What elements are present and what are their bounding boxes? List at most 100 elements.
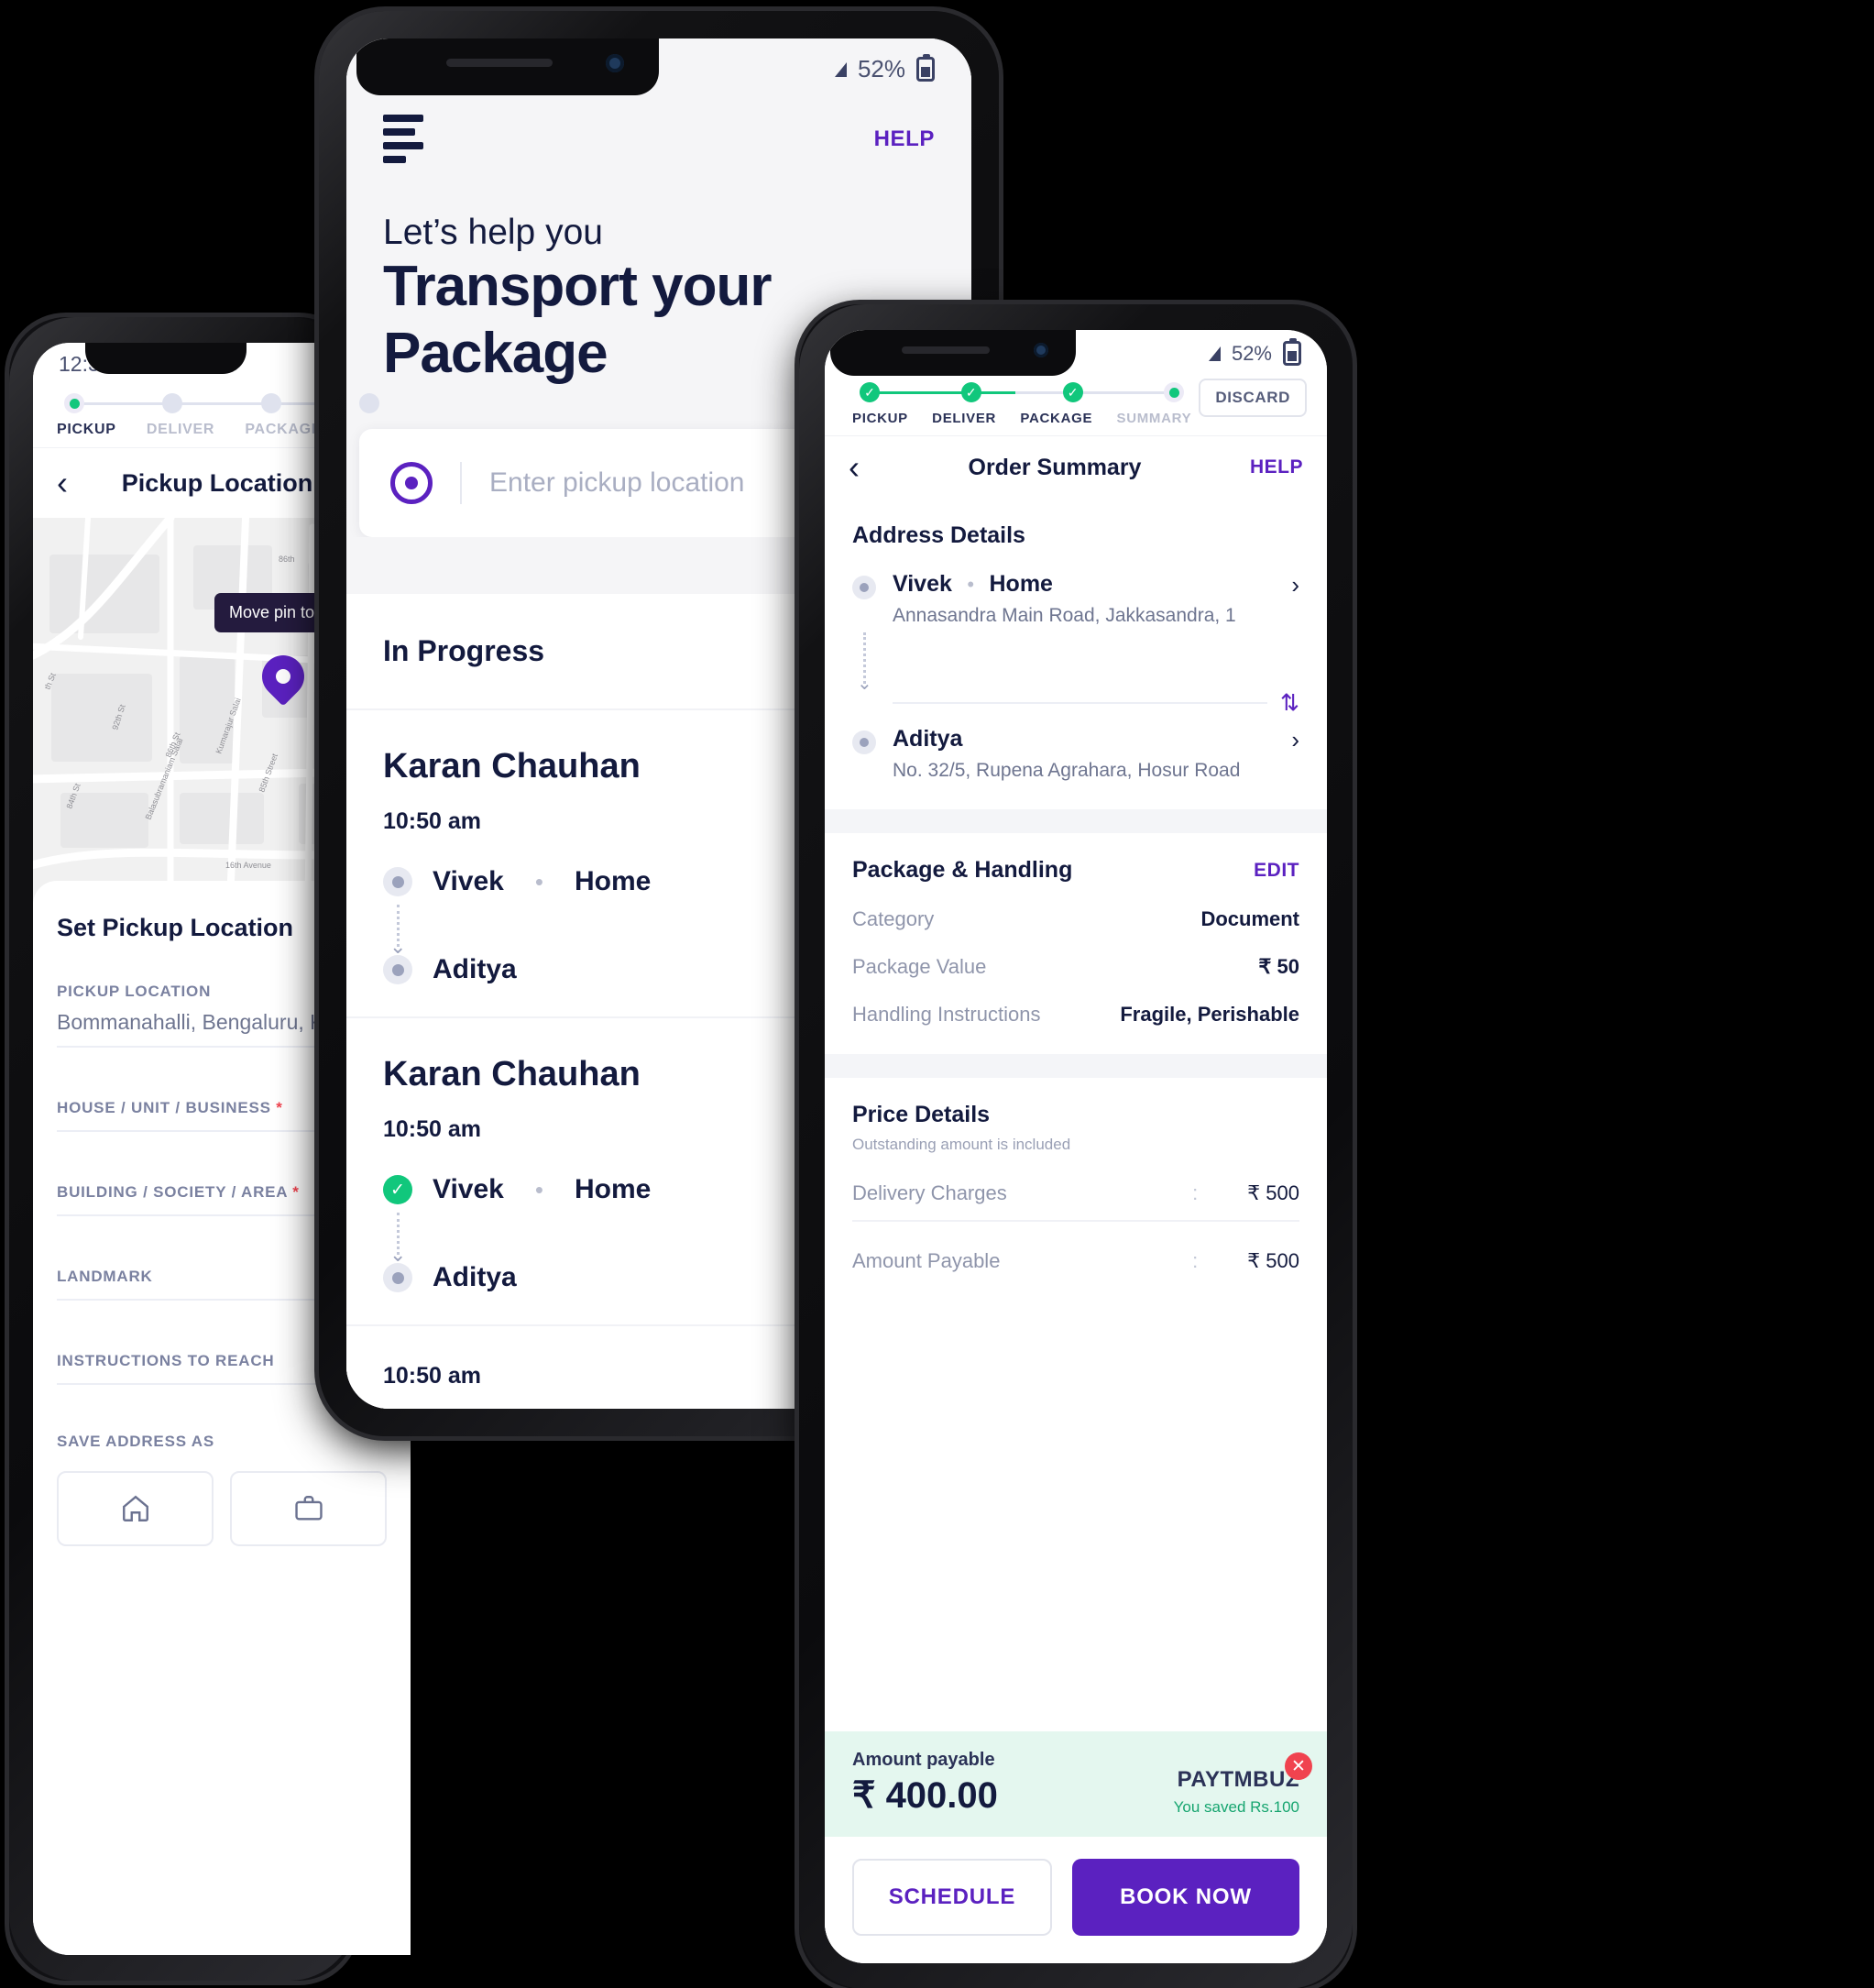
section-title: Price Details xyxy=(852,1102,991,1127)
price-row-payable: Amount Payable : ₹ 500 xyxy=(852,1249,1299,1273)
order-time: 10:50 am xyxy=(383,1116,482,1143)
row-separator: : xyxy=(1192,1181,1199,1204)
route-dot-icon xyxy=(383,1263,412,1293)
row-key: Delivery Charges xyxy=(852,1181,1007,1204)
battery-percent: 52% xyxy=(1231,341,1272,365)
svg-text:86th: 86th xyxy=(279,555,295,564)
step-label-deliver: DELIVER xyxy=(146,422,215,437)
row-value: ₹ 500 xyxy=(1247,1181,1299,1204)
book-now-button[interactable]: BOOK NOW xyxy=(1071,1859,1299,1936)
field-label: SAVE ADDRESS AS xyxy=(57,1433,214,1450)
home-icon xyxy=(122,1495,148,1521)
progress-stepper: ✓ ✓ ✓ PICKUP DELIVER PACKAGE SUMMARY xyxy=(845,379,1200,426)
signal-icon xyxy=(834,61,847,77)
separator-dot: • xyxy=(534,1175,543,1203)
row-key: Amount Payable xyxy=(852,1249,1001,1272)
page-title: Order Summary xyxy=(968,454,1142,480)
route-connector xyxy=(857,632,1299,695)
chevron-right-icon[interactable]: › xyxy=(1291,571,1299,627)
swap-row: ⇅ xyxy=(893,689,1299,717)
screenshot-stage: 12:30 PICKUP DELIVER PACKAGE ‹ Pickup Lo… xyxy=(0,0,1874,1988)
step-dot-deliver[interactable]: ✓ xyxy=(960,382,981,402)
front-camera xyxy=(606,54,624,72)
pickup-name: Vivek xyxy=(893,571,952,597)
route-dot-icon xyxy=(383,867,412,897)
order-time: 10:50 am xyxy=(383,808,482,835)
hamburger-menu-icon[interactable] xyxy=(383,115,423,163)
swap-vertical-icon[interactable]: ⇅ xyxy=(1280,689,1299,717)
chevron-right-icon[interactable]: › xyxy=(1291,726,1299,782)
battery-icon xyxy=(1283,338,1301,366)
drop-name: Aditya xyxy=(893,726,963,752)
drop-address: No. 32/5, Rupena Agrahara, Hosur Road xyxy=(893,760,1241,781)
address-drop-row[interactable]: Aditya No. 32/5, Rupena Agrahara, Hosur … xyxy=(852,726,1299,782)
package-row-category: Category Document xyxy=(852,907,1299,931)
schedule-button[interactable]: SCHEDULE xyxy=(852,1859,1052,1936)
step-dot-deliver[interactable] xyxy=(162,393,183,413)
svg-text:16th Avenue: 16th Avenue xyxy=(225,861,271,870)
row-separator: : xyxy=(1192,1249,1199,1272)
status-indicators: 52% xyxy=(834,54,935,83)
step-label-pickup: PICKUP xyxy=(852,411,908,426)
route-dot-icon xyxy=(383,955,412,985)
app-bar: ‹ Order Summary HELP xyxy=(825,435,1327,499)
section-divider xyxy=(825,1054,1327,1078)
route-check-icon: ✓ xyxy=(383,1175,412,1205)
phone-right-order-summary: 12:30 52% ✓ ✓ xyxy=(799,304,1353,1988)
step-dot-summary[interactable] xyxy=(1164,382,1185,402)
row-key: Handling Instructions xyxy=(852,1003,1041,1026)
section-title: Address Details xyxy=(852,522,1025,548)
divider xyxy=(852,1220,1299,1222)
section-divider xyxy=(825,809,1327,833)
promo-code: PAYTMBUZ xyxy=(1177,1767,1299,1792)
discard-button[interactable]: DISCARD xyxy=(1199,379,1307,417)
step-label-deliver: DELIVER xyxy=(932,411,997,426)
step-dot-package[interactable]: ✓ xyxy=(1062,382,1083,402)
top-nav: HELP xyxy=(383,115,935,163)
signal-icon xyxy=(1208,346,1221,361)
route-name: Vivek xyxy=(433,1174,504,1205)
package-handling-section: Package & Handling EDIT Category Documen… xyxy=(825,833,1327,1054)
row-value: Fragile, Perishable xyxy=(1120,1003,1299,1026)
separator-dot: • xyxy=(534,867,543,895)
hero-kicker: Let’s help you xyxy=(383,213,603,252)
step-dot-pickup[interactable] xyxy=(64,393,84,413)
amount-label: Amount payable xyxy=(852,1750,995,1770)
step-dot-package[interactable] xyxy=(260,393,281,413)
map-pin-icon[interactable] xyxy=(253,646,313,707)
chip-home[interactable] xyxy=(57,1471,214,1546)
help-button[interactable]: HELP xyxy=(1250,456,1303,478)
required-asterisk: * xyxy=(276,1099,283,1116)
address-details-section: Address Details Vivek • Home Annasandra … xyxy=(825,499,1327,809)
help-button[interactable]: HELP xyxy=(874,126,935,152)
address-pickup-row[interactable]: Vivek • Home Annasandra Main Road, Jakka… xyxy=(852,571,1299,627)
edit-package-button[interactable]: EDIT xyxy=(1254,860,1299,882)
stepper-row: ✓ ✓ ✓ PICKUP DELIVER PACKAGE SUMMARY DIS… xyxy=(825,368,1327,435)
route-name: Vivek xyxy=(433,866,504,897)
chevron-left-icon[interactable]: ‹ xyxy=(849,451,860,484)
package-row-handling: Handling Instructions Fragile, Perishabl… xyxy=(852,1003,1299,1027)
step-dot-summary[interactable] xyxy=(358,393,379,413)
status-indicators: 52% xyxy=(1208,338,1301,366)
amount-value: ₹ 400.00 xyxy=(852,1775,998,1816)
amount-payable-bar: Amount payable ₹ 400.00 ✕ PAYTMBUZ You s… xyxy=(825,1731,1327,1837)
notch xyxy=(356,38,659,95)
row-value: ₹ 50 xyxy=(1258,955,1299,978)
divider xyxy=(460,462,462,505)
close-circle-icon[interactable]: ✕ xyxy=(1285,1752,1312,1780)
field-save-address-as: SAVE ADDRESS AS xyxy=(57,1433,387,1546)
notch xyxy=(85,343,247,374)
price-subtitle: Outstanding amount is included xyxy=(852,1136,1071,1153)
save-address-chips xyxy=(57,1471,387,1546)
step-dot-pickup[interactable]: ✓ xyxy=(860,382,880,402)
gps-target-icon[interactable] xyxy=(390,462,433,505)
package-row-value: Package Value ₹ 50 xyxy=(852,955,1299,979)
chevron-left-icon[interactable]: ‹ xyxy=(57,467,68,500)
stepper-track: ✓ ✓ ✓ xyxy=(860,382,1185,402)
route-tag: Home xyxy=(574,866,652,897)
chip-work[interactable] xyxy=(230,1471,387,1546)
search-input[interactable]: Enter pickup location xyxy=(489,467,745,499)
step-label-package: PACKAGE xyxy=(1020,411,1093,426)
row-value: ₹ 500 xyxy=(1247,1249,1299,1272)
price-row-delivery: Delivery Charges : ₹ 500 xyxy=(852,1181,1299,1205)
